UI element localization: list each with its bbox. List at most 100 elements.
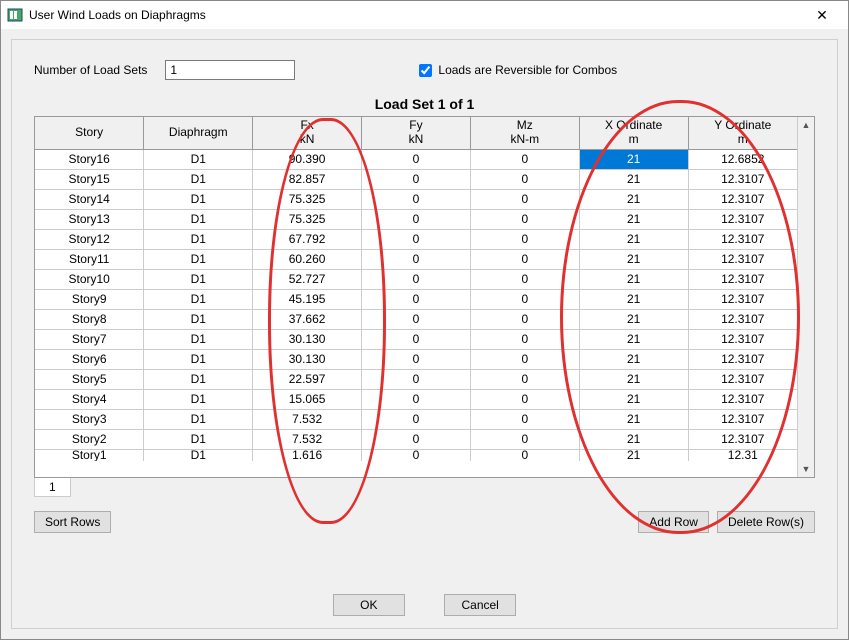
- cell[interactable]: D1: [144, 269, 253, 289]
- vertical-scrollbar[interactable]: ▲ ▼: [797, 117, 814, 477]
- cell[interactable]: 12.3107: [688, 409, 797, 429]
- cell[interactable]: Story2: [35, 429, 144, 449]
- cell[interactable]: D1: [144, 209, 253, 229]
- cell[interactable]: 0: [470, 309, 579, 329]
- cell[interactable]: 0: [470, 149, 579, 169]
- cell[interactable]: 0: [470, 209, 579, 229]
- cell[interactable]: 0: [470, 289, 579, 309]
- cell[interactable]: 22.597: [253, 369, 362, 389]
- col-header-1[interactable]: Diaphragm: [144, 117, 253, 149]
- cell[interactable]: 7.532: [253, 409, 362, 429]
- cell[interactable]: 12.3107: [688, 269, 797, 289]
- table-row[interactable]: Story13D175.325002112.3107: [35, 209, 797, 229]
- cell[interactable]: Story4: [35, 389, 144, 409]
- sort-rows-button[interactable]: Sort Rows: [34, 511, 111, 533]
- cell[interactable]: 12.31: [688, 449, 797, 461]
- cell[interactable]: 0: [470, 449, 579, 461]
- cell[interactable]: 75.325: [253, 209, 362, 229]
- cell[interactable]: 21: [579, 329, 688, 349]
- col-header-0[interactable]: Story: [35, 117, 144, 149]
- cell[interactable]: D1: [144, 149, 253, 169]
- cell[interactable]: Story10: [35, 269, 144, 289]
- cell[interactable]: Story16: [35, 149, 144, 169]
- cell[interactable]: 60.260: [253, 249, 362, 269]
- cell[interactable]: 21: [579, 149, 688, 169]
- cell[interactable]: 12.3107: [688, 249, 797, 269]
- table-row[interactable]: Story5D122.597002112.3107: [35, 369, 797, 389]
- cell[interactable]: D1: [144, 329, 253, 349]
- cell[interactable]: 12.3107: [688, 369, 797, 389]
- table-row[interactable]: Story11D160.260002112.3107: [35, 249, 797, 269]
- cell[interactable]: Story11: [35, 249, 144, 269]
- col-header-2[interactable]: FxkN: [253, 117, 362, 149]
- cell[interactable]: 21: [579, 389, 688, 409]
- cell[interactable]: 0: [362, 309, 471, 329]
- table-row[interactable]: Story1D11.616002112.31: [35, 449, 797, 461]
- cell[interactable]: 0: [362, 409, 471, 429]
- close-button[interactable]: ✕: [802, 1, 842, 29]
- cell[interactable]: 7.532: [253, 429, 362, 449]
- cell[interactable]: 0: [362, 229, 471, 249]
- cell[interactable]: 0: [470, 409, 579, 429]
- cell[interactable]: Story12: [35, 229, 144, 249]
- loadset-pager[interactable]: 1: [34, 477, 71, 497]
- table-row[interactable]: Story4D115.065002112.3107: [35, 389, 797, 409]
- cell[interactable]: 45.195: [253, 289, 362, 309]
- cell[interactable]: 21: [579, 369, 688, 389]
- cell[interactable]: 0: [470, 249, 579, 269]
- cell[interactable]: D1: [144, 449, 253, 461]
- col-header-5[interactable]: X Ordinatem: [579, 117, 688, 149]
- table-scroll[interactable]: StoryDiaphragmFxkNFykNMzkN-mX OrdinatemY…: [35, 117, 797, 477]
- col-header-3[interactable]: FykN: [362, 117, 471, 149]
- cell[interactable]: D1: [144, 309, 253, 329]
- cell[interactable]: 0: [470, 169, 579, 189]
- cell[interactable]: 1.616: [253, 449, 362, 461]
- table-row[interactable]: Story10D152.727002112.3107: [35, 269, 797, 289]
- table-row[interactable]: Story12D167.792002112.3107: [35, 229, 797, 249]
- cell[interactable]: 21: [579, 229, 688, 249]
- cell[interactable]: 12.3107: [688, 229, 797, 249]
- cell[interactable]: D1: [144, 409, 253, 429]
- table-row[interactable]: Story14D175.325002112.3107: [35, 189, 797, 209]
- scroll-up-icon[interactable]: ▲: [798, 117, 814, 133]
- cell[interactable]: Story8: [35, 309, 144, 329]
- table-row[interactable]: Story15D182.857002112.3107: [35, 169, 797, 189]
- table-row[interactable]: Story16D190.390002112.6852: [35, 149, 797, 169]
- cell[interactable]: 21: [579, 169, 688, 189]
- add-row-button[interactable]: Add Row: [638, 511, 709, 533]
- cell[interactable]: 0: [362, 449, 471, 461]
- cell[interactable]: Story14: [35, 189, 144, 209]
- cancel-button[interactable]: Cancel: [444, 594, 516, 616]
- cell[interactable]: Story9: [35, 289, 144, 309]
- cell[interactable]: 21: [579, 249, 688, 269]
- cell[interactable]: D1: [144, 389, 253, 409]
- cell[interactable]: 12.3107: [688, 289, 797, 309]
- cell[interactable]: 12.3107: [688, 189, 797, 209]
- cell[interactable]: 12.3107: [688, 329, 797, 349]
- cell[interactable]: Story6: [35, 349, 144, 369]
- cell[interactable]: 0: [362, 189, 471, 209]
- reversible-checkbox-wrap[interactable]: Loads are Reversible for Combos: [415, 61, 617, 80]
- table-row[interactable]: Story6D130.130002112.3107: [35, 349, 797, 369]
- cell[interactable]: 21: [579, 449, 688, 461]
- cell[interactable]: 0: [470, 429, 579, 449]
- cell[interactable]: 75.325: [253, 189, 362, 209]
- col-header-4[interactable]: MzkN-m: [470, 117, 579, 149]
- cell[interactable]: 15.065: [253, 389, 362, 409]
- cell[interactable]: 21: [579, 269, 688, 289]
- cell[interactable]: 0: [470, 329, 579, 349]
- reversible-checkbox[interactable]: [419, 64, 432, 77]
- cell[interactable]: Story15: [35, 169, 144, 189]
- table-row[interactable]: Story9D145.195002112.3107: [35, 289, 797, 309]
- cell[interactable]: 30.130: [253, 349, 362, 369]
- cell[interactable]: Story1: [35, 449, 144, 461]
- cell[interactable]: Story7: [35, 329, 144, 349]
- cell[interactable]: 52.727: [253, 269, 362, 289]
- cell[interactable]: D1: [144, 349, 253, 369]
- cell[interactable]: 0: [362, 249, 471, 269]
- cell[interactable]: 37.662: [253, 309, 362, 329]
- cell[interactable]: D1: [144, 289, 253, 309]
- cell[interactable]: 0: [362, 389, 471, 409]
- cell[interactable]: 12.3107: [688, 309, 797, 329]
- cell[interactable]: 0: [362, 349, 471, 369]
